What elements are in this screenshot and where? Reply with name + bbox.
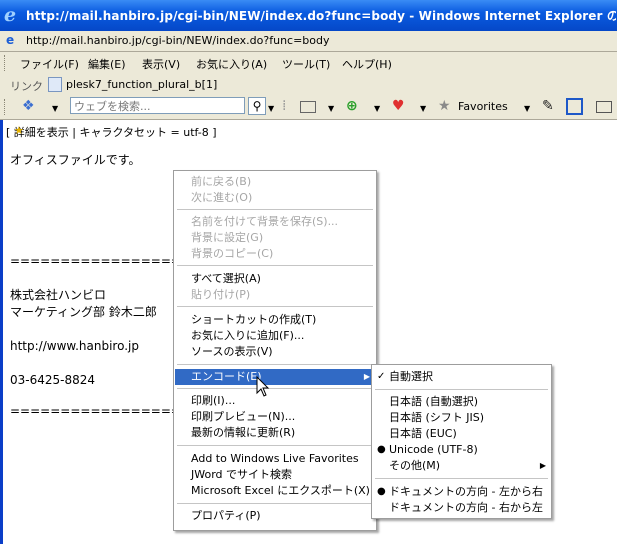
- menu-refresh[interactable]: 最新の情報に更新(R): [174, 425, 376, 441]
- encoding-euc[interactable]: 日本語 (EUC): [372, 426, 551, 442]
- encoding-auto-select[interactable]: ✓ 自動選択: [372, 369, 551, 385]
- mouse-cursor-icon: [256, 376, 270, 397]
- mail-header-text[interactable]: [ 詳細を表示 | キャラクタセット = utf-8 ]: [6, 126, 217, 139]
- title-bar[interactable]: e http://mail.hanbiro.jp/cgi-bin/NEW/ind…: [0, 0, 617, 31]
- menu-print[interactable]: 印刷(I)...: [174, 393, 376, 409]
- encoding-submenu: ✓ 自動選択 日本語 (自動選択) 日本語 (シフト JIS) 日本語 (EUC)…: [371, 364, 552, 519]
- menu-help[interactable]: ヘルプ(H): [342, 56, 392, 72]
- favorites-dropdown-icon[interactable]: ▼: [524, 101, 530, 117]
- menu-separator: [177, 503, 373, 504]
- menu-view[interactable]: 表示(V): [142, 56, 180, 72]
- body-text: オフィスファイルです。: [10, 153, 141, 167]
- menu-select-all[interactable]: すべて選択(A): [174, 271, 376, 287]
- mail-icon[interactable]: [596, 101, 612, 113]
- menu-separator: [177, 265, 373, 266]
- favorites-star-icon[interactable]: ★: [438, 98, 451, 114]
- window-title: http://mail.hanbiro.jp/cgi-bin/NEW/index…: [26, 9, 616, 23]
- company-name: 株式会社ハンビロ: [10, 288, 107, 302]
- direction-rtl[interactable]: ドキュメントの方向 - 右から左: [372, 500, 551, 516]
- note-icon[interactable]: [566, 98, 583, 115]
- search-dropdown-icon[interactable]: ▼: [268, 101, 274, 117]
- window-left-border: [0, 120, 3, 544]
- menu-set-background[interactable]: 背景に設定(G): [174, 230, 376, 246]
- menu-file[interactable]: ファイル(F): [20, 56, 79, 72]
- check-icon: ✓: [377, 371, 386, 382]
- windows-logo-icon[interactable]: ❖: [22, 98, 35, 114]
- ie-logo-icon: e: [4, 4, 17, 26]
- menu-separator: [177, 306, 373, 307]
- link-page-icon: [48, 77, 62, 92]
- menu-separator: [375, 478, 548, 479]
- menu-jword-search[interactable]: JWord でサイト検索: [174, 467, 376, 483]
- star-icon: ★: [14, 124, 24, 137]
- menu-properties[interactable]: プロパティ(P): [174, 508, 376, 524]
- direction-ltr[interactable]: ● ドキュメントの方向 - 左から右: [372, 484, 551, 500]
- menu-separator: [177, 445, 373, 446]
- website-url[interactable]: http://www.hanbiro.jp: [10, 339, 139, 353]
- toolbar-separator-icon: ⁞: [282, 98, 287, 114]
- favorites-label[interactable]: Favorites: [458, 100, 508, 113]
- address-bar[interactable]: e http://mail.hanbiro.jp/cgi-bin/NEW/ind…: [0, 31, 617, 52]
- radio-dot-icon: ●: [377, 486, 386, 497]
- department-name: マーケティング部 鈴木二郎: [10, 305, 157, 319]
- links-label: リンク: [10, 80, 43, 93]
- menu-separator: [177, 209, 373, 210]
- context-menu: 前に戻る(B) 次に進む(O) 名前を付けて背景を保存(S)... 背景に設定(…: [173, 170, 377, 531]
- menu-bar: ファイル(F) 編集(E) 表示(V) お気に入り(A) ツール(T) ヘルプ(…: [0, 52, 617, 74]
- encoding-utf8[interactable]: ● Unicode (UTF-8): [372, 442, 551, 458]
- menu-forward[interactable]: 次に進む(O): [174, 190, 376, 206]
- encoding-shift-jis[interactable]: 日本語 (シフト JIS): [372, 410, 551, 426]
- submenu-arrow-icon: ▶: [539, 461, 546, 470]
- menu-save-background[interactable]: 名前を付けて背景を保存(S)...: [174, 214, 376, 230]
- window-dropdown-icon[interactable]: ▼: [328, 101, 334, 117]
- search-input[interactable]: ウェブを検索...: [70, 97, 245, 114]
- menu-separator: [177, 364, 373, 365]
- live-icon[interactable]: ♥: [392, 98, 405, 114]
- dropdown-arrow-icon[interactable]: ▼: [52, 101, 58, 117]
- radio-dot-icon: ●: [377, 444, 386, 455]
- menu-tools[interactable]: ツール(T): [282, 56, 330, 72]
- menu-paste[interactable]: 貼り付け(P): [174, 287, 376, 303]
- toolbar-grip[interactable]: [4, 99, 8, 115]
- menu-separator: [177, 388, 373, 389]
- add-icon[interactable]: ⊕: [346, 98, 358, 114]
- menu-view-source[interactable]: ソースの表示(V): [174, 344, 376, 360]
- menu-create-shortcut[interactable]: ショートカットの作成(T): [174, 312, 376, 328]
- menu-favorites[interactable]: お気に入り(A): [196, 56, 267, 72]
- links-item[interactable]: plesk7_function_plural_b[1]: [66, 78, 217, 91]
- links-bar: リンク plesk7_function_plural_b[1]: [0, 74, 617, 95]
- search-icon[interactable]: ⚲: [248, 97, 266, 115]
- menu-edit[interactable]: 編集(E): [88, 56, 126, 72]
- pen-icon[interactable]: ✎: [542, 98, 554, 114]
- window-icon[interactable]: [300, 101, 316, 113]
- menu-add-live-favorites[interactable]: Add to Windows Live Favorites: [174, 451, 376, 467]
- menu-separator: [375, 389, 548, 390]
- phone-number: 03-6425-8824: [10, 373, 96, 387]
- page-icon: e: [6, 33, 15, 47]
- add-dropdown-icon[interactable]: ▼: [374, 101, 380, 117]
- live-dropdown-icon[interactable]: ▼: [420, 101, 426, 117]
- encoding-japanese-auto[interactable]: 日本語 (自動選択): [372, 394, 551, 410]
- menu-copy-background[interactable]: 背景のコピー(C): [174, 246, 376, 262]
- menu-add-favorites[interactable]: お気に入りに追加(F)...: [174, 328, 376, 344]
- encoding-more[interactable]: その他(M) ▶: [372, 458, 551, 474]
- mail-header-bar: ★ [ 詳細を表示 | キャラクタセット = utf-8 ]: [6, 124, 217, 140]
- menu-print-preview[interactable]: 印刷プレビュー(N)...: [174, 409, 376, 425]
- menu-grip[interactable]: [4, 55, 8, 71]
- menu-back[interactable]: 前に戻る(B): [174, 174, 376, 190]
- address-field[interactable]: http://mail.hanbiro.jp/cgi-bin/NEW/index…: [26, 34, 330, 47]
- search-toolbar: ❖ ▼ ウェブを検索... ⚲ ▼ ⁞ ▼ ⊕ ▼ ♥ ▼ ★ Favorite…: [0, 95, 617, 120]
- submenu-arrow-icon: ▶: [363, 372, 370, 381]
- menu-encoding[interactable]: エンコード(E) ▶: [175, 369, 375, 385]
- menu-export-excel[interactable]: Microsoft Excel にエクスポート(X): [174, 483, 376, 499]
